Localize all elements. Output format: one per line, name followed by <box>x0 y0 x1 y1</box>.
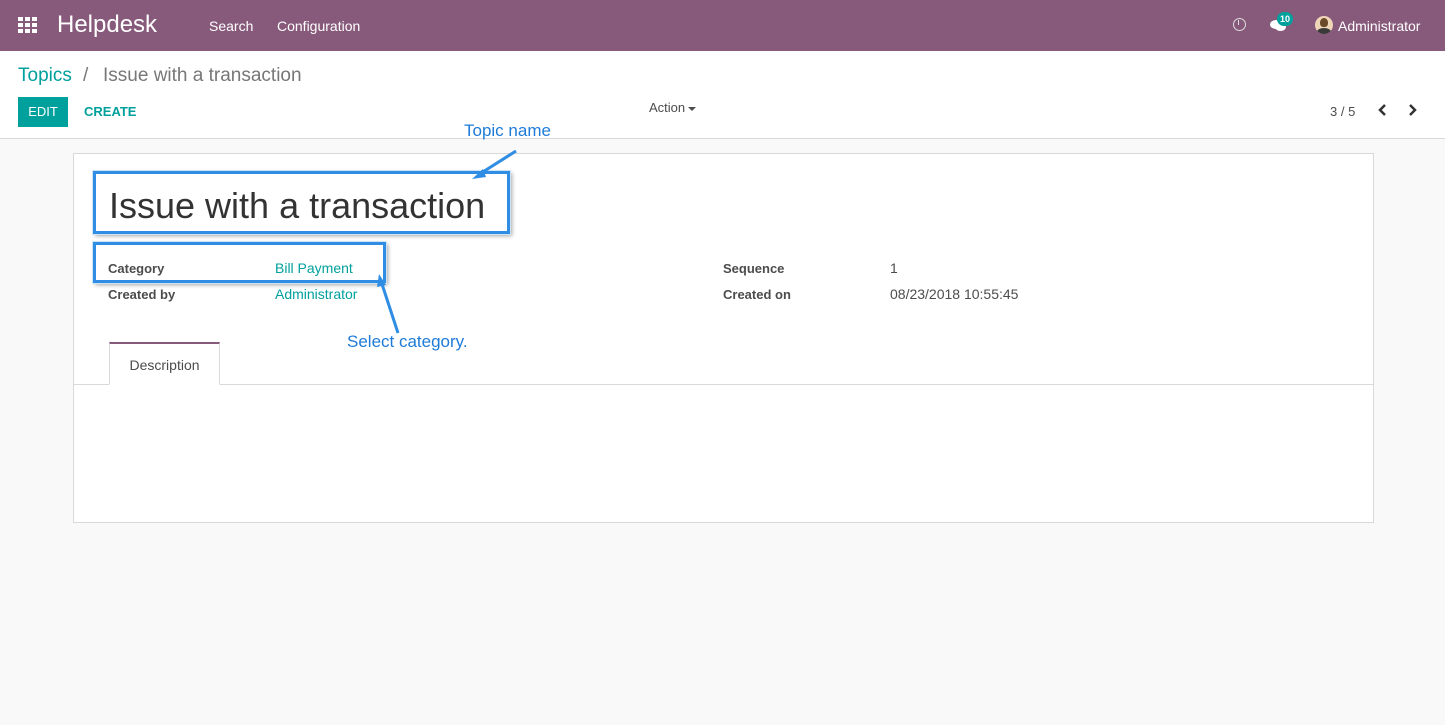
apps-grid-icon[interactable] <box>18 17 38 33</box>
pager-value[interactable]: 3 / 5 <box>1330 104 1355 119</box>
menu-search[interactable]: Search <box>209 18 253 34</box>
avatar[interactable] <box>1315 16 1333 34</box>
action-label: Action <box>649 100 686 115</box>
pager-next-button[interactable] <box>1402 100 1422 120</box>
annotation-topic-name: Topic name <box>464 121 551 140</box>
annotation-select-category: Select category. <box>347 332 468 351</box>
user-menu[interactable]: Administrator <box>1338 18 1420 34</box>
tabs-divider <box>74 384 1373 385</box>
pager-previous-button[interactable] <box>1373 100 1393 120</box>
topic-name-highlight-box <box>93 171 510 234</box>
chevron-left-icon <box>1378 104 1386 116</box>
top-navbar: Helpdesk Search Configuration 10 Adminis… <box>0 0 1445 51</box>
category-highlight-box <box>93 242 386 283</box>
created-on-value: 08/23/2018 10:55:45 <box>890 286 1019 302</box>
breadcrumb-current: Issue with a transaction <box>103 65 302 86</box>
create-button[interactable]: CREATE <box>84 104 136 119</box>
breadcrumb-separator: / <box>83 65 89 86</box>
chevron-right-icon <box>1409 104 1417 116</box>
tab-description[interactable]: Description <box>109 342 220 385</box>
menu-configuration[interactable]: Configuration <box>277 18 360 34</box>
app-title[interactable]: Helpdesk <box>57 11 157 39</box>
created-by-label: Created by <box>108 287 176 302</box>
edit-button[interactable]: EDIT <box>18 97 68 127</box>
created-by-value-link[interactable]: Administrator <box>275 286 357 302</box>
activity-clock-icon[interactable] <box>1233 18 1246 31</box>
action-dropdown[interactable]: Action <box>649 100 697 115</box>
sequence-label: Sequence <box>723 261 785 276</box>
created-on-label: Created on <box>723 287 791 302</box>
caret-down-icon <box>688 106 697 111</box>
breadcrumb-topics[interactable]: Topics <box>18 65 72 87</box>
control-panel: Topics / Issue with a transaction EDIT C… <box>0 51 1445 139</box>
notification-badge: 10 <box>1277 12 1293 26</box>
sequence-value: 1 <box>890 260 898 276</box>
